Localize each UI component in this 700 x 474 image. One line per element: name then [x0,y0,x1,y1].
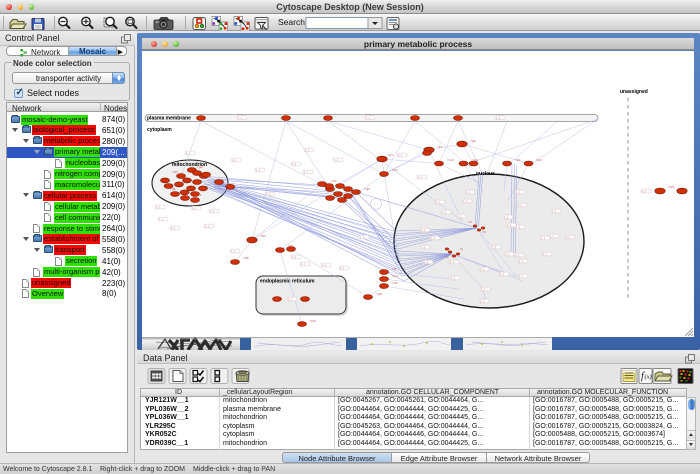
svg-text:Ykl0: Ykl0 [515,158,521,162]
svg-text:endoplasmic reticulum: endoplasmic reticulum [260,279,315,285]
svg-text:[...]: [...] [305,149,309,152]
svg-text:Ydr3: Ydr3 [472,158,478,162]
svg-text:[...]: [...] [463,200,467,203]
svg-text:Ygr0: Ygr0 [376,292,382,296]
svg-text:[...]: [...] [505,253,509,256]
svg-text:[...]: [...] [421,229,425,232]
svg-text:Yg: Yg [445,255,449,259]
svg-text:Ypr1: Ypr1 [388,153,394,157]
svg-text:[...]: [...] [480,268,484,271]
svg-text:[...]: [...] [186,152,190,155]
svg-text:Ymr: Ymr [206,175,211,179]
svg-text:[...]: [...] [500,273,504,276]
svg-text:[...]: [...] [192,207,196,210]
svg-text:[...]: [...] [466,191,470,194]
svg-text:Ybr2: Ybr2 [260,234,266,238]
svg-text:[...]: [...] [504,216,508,219]
svg-text:[...]: [...] [301,263,305,266]
svg-text:[...]: [...] [642,190,646,193]
svg-text:Yhr0: Yhr0 [668,185,674,189]
svg-text:[...]: [...] [159,218,163,221]
svg-text:[...]: [...] [398,154,402,157]
svg-text:[...]: [...] [238,117,242,120]
svg-text:Ycl0: Ycl0 [331,179,337,183]
svg-text:Ydl0: Ydl0 [243,256,249,260]
svg-text:Ygr2: Ygr2 [197,165,203,169]
svg-text:Ydr0: Ydr0 [364,187,370,191]
svg-text:cytoplasm: cytoplasm [147,127,172,133]
svg-text:unassigned: unassigned [620,89,648,95]
svg-text:Yp: Yp [460,247,464,251]
svg-text:Yor3: Yor3 [392,274,398,278]
svg-text:Yer0: Yer0 [392,168,398,172]
svg-text:[...]: [...] [507,224,511,227]
svg-text:Ydl1: Ydl1 [170,187,176,191]
svg-text:[...]: [...] [304,171,308,174]
svg-text:Ymr0: Ymr0 [447,158,454,162]
svg-text:[...]: [...] [232,159,236,162]
svg-text:[...]: [...] [171,227,175,230]
svg-text:[...]: [...] [360,236,364,239]
svg-text:Ypl2: Ypl2 [536,158,542,162]
svg-text:[...]: [...] [515,254,519,257]
svg-text:[...]: [...] [256,169,260,172]
svg-text:[...]: [...] [424,261,428,264]
svg-text:[...]: [...] [231,250,235,253]
svg-text:Ym: Ym [482,230,487,234]
svg-text:[...]: [...] [266,193,270,196]
svg-text:[...]: [...] [322,264,326,267]
svg-text:[...]: [...] [541,237,545,240]
svg-text:[...]: [...] [366,117,370,120]
svg-text:[...]: [...] [550,235,554,238]
svg-text:[...]: [...] [519,275,523,278]
svg-text:[...]: [...] [480,300,484,303]
svg-text:[...]: [...] [292,256,296,259]
svg-text:[...]: [...] [292,163,296,166]
svg-text:[...]: [...] [481,288,485,291]
svg-text:[...]: [...] [516,191,520,194]
svg-text:Yil0: Yil0 [392,267,397,271]
svg-text:[...]: [...] [516,226,520,229]
svg-text:[...]: [...] [205,225,209,228]
svg-text:[...]: [...] [496,117,500,120]
svg-text:[...]: [...] [156,206,160,209]
svg-text:Ygl2: Ygl2 [470,139,476,143]
svg-text:plasma membrane: plasma membrane [147,116,191,122]
svg-text:Ynl0: Ynl0 [392,281,398,285]
svg-text:(x): (x) [645,374,652,381]
svg-text:[...]: [...] [436,201,440,204]
svg-text:[...]: [...] [334,159,338,162]
svg-text:Search:: Search: [278,17,307,27]
svg-text:[...]: [...] [418,176,422,179]
svg-text:[...]: [...] [421,246,425,249]
svg-text:[...]: [...] [442,211,446,214]
svg-text:[...]: [...] [340,267,344,270]
svg-text:[...]: [...] [210,210,214,213]
svg-text:[...]: [...] [431,237,435,240]
svg-text:[...]: [...] [288,298,292,301]
svg-text:Ybl0: Ybl0 [172,170,178,174]
svg-text:[...]: [...] [457,215,461,218]
svg-text:Ypl0: Ypl0 [310,319,316,323]
svg-text:Yjl0: Yjl0 [288,244,293,248]
svg-text:Yd: Yd [468,220,472,224]
svg-text:[...]: [...] [451,277,455,280]
svg-text:[...]: [...] [450,261,454,264]
svg-text:[...]: [...] [566,236,570,239]
svg-text:[...]: [...] [519,260,523,263]
svg-text:Ylr3: Ylr3 [437,145,442,149]
svg-text:[...]: [...] [543,253,547,256]
svg-text:[...]: [...] [552,210,556,213]
svg-text:[...]: [...] [492,246,496,249]
svg-text:[...]: [...] [518,204,522,207]
